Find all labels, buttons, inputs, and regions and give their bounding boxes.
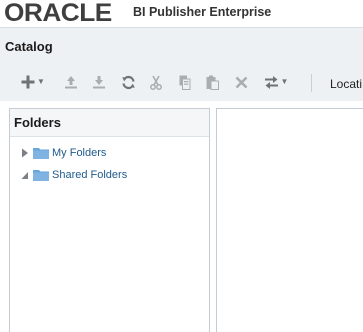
product-name: BI Publisher Enterprise bbox=[133, 5, 272, 19]
folder-icon bbox=[33, 170, 49, 181]
oracle-logo: ORACLE bbox=[4, 0, 112, 27]
move-button[interactable]: ▼ bbox=[261, 72, 291, 92]
tree-item-label[interactable]: Shared Folders bbox=[52, 168, 127, 182]
folders-pane-header: Folders bbox=[10, 109, 209, 137]
brand-bar: ORACLE BI Publisher Enterprise bbox=[0, 0, 363, 26]
swap-arrows-icon bbox=[264, 75, 278, 89]
tree-item-label[interactable]: My Folders bbox=[52, 146, 106, 160]
folder-icon bbox=[33, 148, 49, 159]
catalog-header: Catalog ▼ ▼ Locati bbox=[0, 27, 363, 101]
tree-item-my-folders[interactable]: My Folders bbox=[10, 142, 209, 164]
folders-pane-title: Folders bbox=[14, 115, 61, 130]
location-label: Locati bbox=[330, 77, 363, 91]
chevron-down-icon: ▼ bbox=[37, 77, 45, 86]
copy-icon bbox=[179, 75, 191, 90]
paste-icon bbox=[206, 75, 219, 90]
download-button[interactable] bbox=[90, 72, 108, 92]
delete-button[interactable] bbox=[233, 72, 249, 92]
download-icon bbox=[93, 76, 105, 89]
copy-button[interactable] bbox=[177, 72, 193, 92]
page-title: Catalog bbox=[5, 39, 53, 54]
refresh-button[interactable] bbox=[119, 72, 137, 92]
new-button[interactable]: ▼ bbox=[20, 72, 46, 92]
upload-icon bbox=[65, 76, 77, 89]
delete-x-icon bbox=[235, 76, 247, 88]
chevron-down-icon: ▼ bbox=[280, 77, 289, 86]
scissors-icon bbox=[150, 75, 162, 90]
refresh-icon bbox=[121, 75, 135, 89]
catalog-content-pane bbox=[216, 108, 363, 332]
tree-item-shared-folders[interactable]: Shared Folders bbox=[10, 164, 209, 186]
catalog-toolbar: ▼ ▼ Locati bbox=[0, 68, 363, 96]
plus-icon bbox=[21, 75, 35, 89]
expand-triangle-icon[interactable] bbox=[21, 148, 29, 158]
upload-button[interactable] bbox=[62, 72, 80, 92]
paste-button[interactable] bbox=[204, 72, 220, 92]
cut-button[interactable] bbox=[148, 72, 164, 92]
folders-pane: Folders My Folders Shared Folders bbox=[9, 108, 210, 332]
toolbar-divider bbox=[311, 74, 312, 92]
folder-tree: My Folders Shared Folders bbox=[10, 137, 209, 186]
collapse-triangle-icon[interactable] bbox=[21, 170, 29, 180]
